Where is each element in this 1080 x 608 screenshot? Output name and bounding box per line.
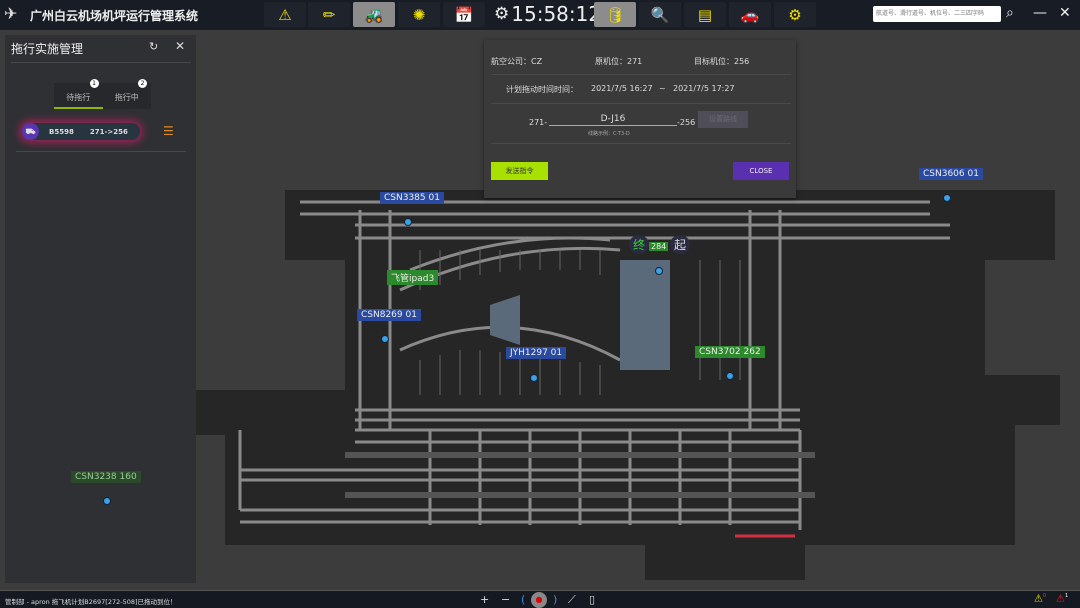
settings-button[interactable]: ⚙ [774,2,816,27]
search-icon[interactable]: ⌕ [1006,5,1014,21]
close-window-icon[interactable]: ✕ [1059,5,1071,21]
task-route: 271->256 [89,127,128,136]
origin-stand: 原机位：271 [595,57,643,66]
vehicle-dot[interactable] [381,335,389,343]
stand-label: 284 [649,242,669,251]
car-button[interactable]: 🚗 [729,2,771,27]
tow-dialog: 航空公司：CZ 原机位：271 目标机位：256 计划拖动时间时间： 2021/… [484,40,796,198]
rotate-left-icon[interactable]: ( [521,593,525,606]
count-badge: 2 [138,79,147,88]
database-button[interactable]: 🛢 [594,2,636,27]
red-alert-icon[interactable]: ⚠1 [1056,593,1068,604]
tab-pending[interactable]: 待拖行 1 [54,79,103,109]
minimize-icon[interactable]: — [1033,5,1047,21]
zoom-in-button[interactable]: + [480,593,489,606]
count-badge: 1 [89,79,99,88]
start-marker[interactable]: 起 [670,235,691,254]
tab-label: 拖行中 [114,93,139,102]
vehicle-dot[interactable] [726,372,734,380]
start-time: 2021/7/5 16:27 [591,84,653,93]
search-input[interactable] [873,6,1001,22]
warning-button[interactable]: ⚠ [264,2,306,27]
route-suffix: -256 [677,118,696,127]
tow-task-item[interactable]: ⛟ B5598 271->256 [22,123,140,140]
airport-logo-icon: ✈ [4,4,18,23]
pencil-button[interactable]: ✏ [308,2,350,27]
refresh-icon[interactable]: ↻ [149,40,158,53]
flight-tag[interactable]: CSN3606 01 [919,168,983,180]
divider [491,74,791,75]
zoom-out-button[interactable]: − [501,593,510,606]
time-label: 计划拖动时间时间： [506,85,578,94]
adjust-icon[interactable]: ☰ [163,124,174,138]
yellow-alert-icon[interactable]: ⚠0 [1034,593,1046,604]
calendar-button[interactable]: 📅 [443,2,485,27]
route-hint: 线路示例：C-T3-D [588,131,630,137]
time-separator: ~ [659,84,666,93]
tab-in-progress[interactable]: 拖行中 2 [103,79,152,109]
rotate-right-icon[interactable]: ) [553,593,557,606]
clock: ⚙ 15:58:12 [494,2,601,26]
vehicle-dot[interactable] [655,267,663,275]
route-input[interactable]: D-J16 [549,114,677,126]
tow-icon: ⛟ [22,123,39,140]
runway-2 [345,492,815,498]
route-prefix: 271- [529,118,548,127]
flight-tag[interactable]: CSN3238 160 [71,471,141,483]
close-icon[interactable]: ✕ [175,39,185,53]
tab-bar: 待拖行 1 拖行中 2 [54,79,152,109]
divider [491,143,791,144]
target-stand: 目标机位：256 [694,57,750,66]
map-icon[interactable]: ▯ [589,593,595,606]
close-button[interactable]: CLOSE [733,162,789,180]
end-marker[interactable]: 终 [629,235,650,254]
device-tag[interactable]: 飞管ipad3 [387,270,439,285]
vehicle-dot[interactable] [530,374,538,382]
gear-icon: ⚙ [494,4,510,24]
vehicle-dot[interactable] [943,194,951,202]
compass-icon[interactable]: ● [531,592,547,608]
end-time: 2021/7/5 17:27 [673,84,735,93]
flight-tag[interactable]: JYH1297 01 [506,347,567,359]
flight-tag[interactable]: CSN3702 262 [695,346,765,358]
layers-button[interactable]: ▤ [684,2,726,27]
clock-time: 15:58:12 [511,2,602,26]
registration: B5598 [49,127,74,136]
panel-title: 拖行实施管理 [11,42,84,56]
ruler-icon[interactable]: ⟋ [568,593,576,607]
divider [11,62,191,63]
divider [16,151,186,152]
status-message: 管制部 - apron 拖飞机计划B2697[272-508]已拖动到位！ [5,598,177,606]
document-search-button[interactable]: 🔍 [639,2,681,27]
vehicle-dot[interactable] [404,218,412,226]
send-command-button[interactable]: 发送指令 [491,162,548,180]
flight-tag[interactable]: CSN3385 01 [380,192,444,204]
alert-count: 0 [1042,593,1047,599]
tab-label: 待拖行 [66,93,91,102]
tow-management-panel: 拖行实施管理 ↻ ✕ 待拖行 1 拖行中 2 ⛟ B5598 271->256 ☰ [5,35,196,583]
alert-count: 1 [1064,593,1069,599]
flight-tag[interactable]: CSN8269 01 [357,309,421,321]
set-route-button[interactable]: 设置路线 [698,111,748,128]
app-title: 广州白云机场机坪运行管理系统 [30,8,199,23]
divider [491,103,791,104]
tow-vehicle-button[interactable]: 🚜 [353,2,395,27]
vehicle-dot[interactable] [103,497,111,505]
status-bar: 管制部 - apron 拖飞机计划B2697[272-508]已拖动到位！ + … [0,590,1080,608]
runway-1 [345,452,815,458]
wheel-button[interactable]: ✺ [398,2,440,27]
airline: 航空公司：CZ [491,57,543,66]
